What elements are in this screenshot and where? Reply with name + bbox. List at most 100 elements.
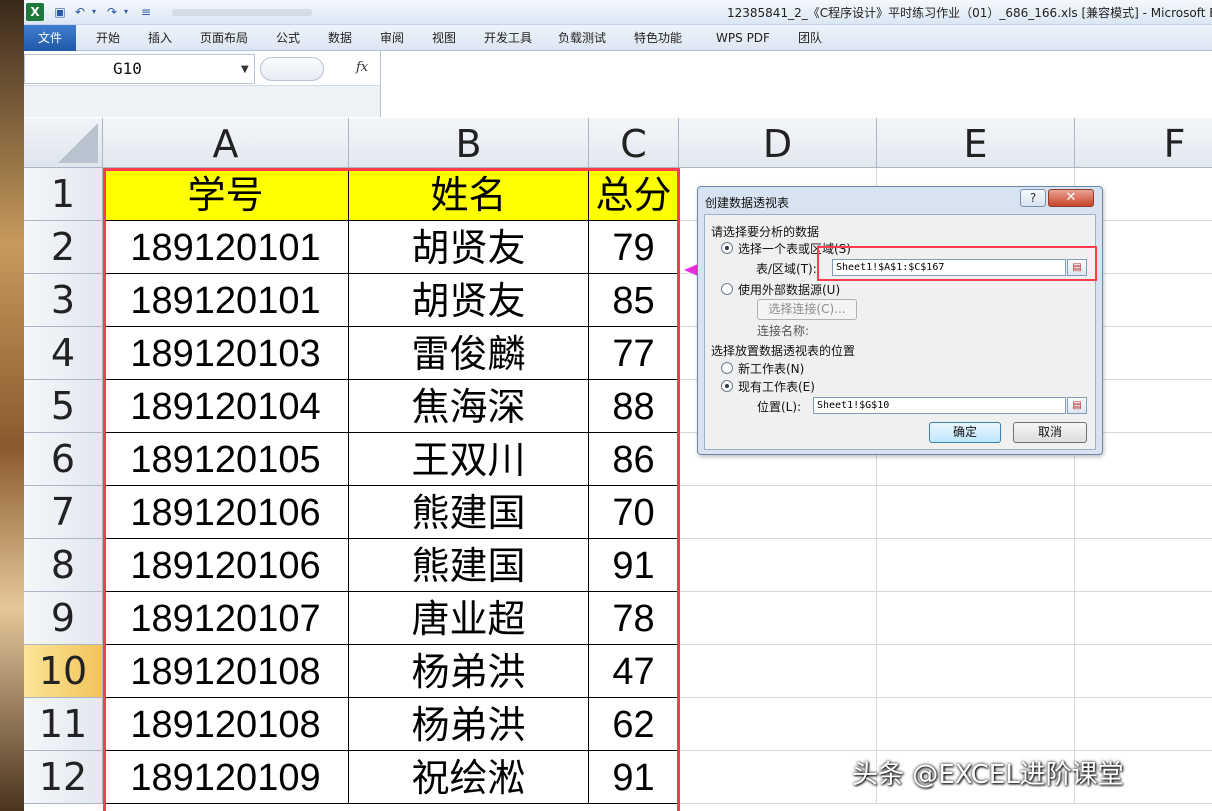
cell-student-name[interactable]: 王双川 — [349, 433, 589, 486]
cell-student-name[interactable]: 雷俊麟 — [349, 327, 589, 380]
tab-review[interactable]: 审阅 — [370, 25, 414, 51]
radio-new-worksheet-label[interactable]: 新工作表(N) — [738, 360, 804, 377]
header-cell-b[interactable]: 姓名 — [349, 168, 589, 221]
cell-student-id[interactable]: 189120108 — [103, 645, 349, 698]
row-header-11[interactable]: 11 — [24, 698, 103, 751]
row-header-8[interactable]: 8 — [24, 539, 103, 592]
cell-student-id[interactable]: 189120105 — [103, 433, 349, 486]
formula-input[interactable] — [380, 51, 1212, 117]
row-header-9[interactable]: 9 — [24, 592, 103, 645]
empty-cell[interactable] — [877, 645, 1075, 698]
cell-student-id[interactable]: 189120101 — [103, 221, 349, 274]
empty-cell[interactable] — [877, 486, 1075, 539]
location-picker-icon[interactable]: ▤ — [1067, 397, 1087, 414]
empty-cell[interactable] — [679, 486, 877, 539]
cancel-button[interactable]: 取消 — [1013, 422, 1087, 443]
empty-cell[interactable] — [679, 698, 877, 751]
cell-student-name[interactable]: 杨弟洪 — [349, 698, 589, 751]
column-header-c[interactable]: C — [589, 118, 679, 168]
empty-cell[interactable] — [1075, 645, 1212, 698]
tab-developer[interactable]: 开发工具 — [476, 25, 540, 51]
ok-button[interactable]: 确定 — [929, 422, 1001, 443]
empty-cell[interactable] — [679, 592, 877, 645]
empty-cell[interactable] — [1075, 698, 1212, 751]
cell-student-name[interactable]: 胡贤友 — [349, 274, 589, 327]
cell-total-score[interactable]: 47 — [589, 645, 679, 698]
cell-student-id[interactable]: 189120106 — [103, 539, 349, 592]
row-header-6[interactable]: 6 — [24, 433, 103, 486]
radio-select-table[interactable] — [721, 242, 733, 254]
empty-cell[interactable] — [679, 751, 877, 804]
cell-student-id[interactable]: 189120106 — [103, 486, 349, 539]
location-input[interactable]: Sheet1!$G$10 — [813, 397, 1066, 414]
row-header-2[interactable]: 2 — [24, 221, 103, 274]
cell-student-name[interactable]: 焦海深 — [349, 380, 589, 433]
save-icon[interactable]: ▣ — [52, 4, 68, 20]
tab-home[interactable]: 开始 — [86, 25, 130, 51]
empty-cell[interactable] — [1075, 592, 1212, 645]
redo-dropdown-icon[interactable]: ▾ — [118, 4, 134, 20]
tab-wps-pdf[interactable]: WPS PDF — [706, 25, 780, 51]
row-header-7[interactable]: 7 — [24, 486, 103, 539]
row-header-12[interactable]: 12 — [24, 751, 103, 804]
radio-existing-worksheet[interactable] — [721, 380, 733, 392]
radio-external-source-label[interactable]: 使用外部数据源(U) — [738, 281, 840, 298]
column-header-f[interactable]: F — [1075, 118, 1212, 168]
undo-dropdown-icon[interactable]: ▾ — [86, 4, 102, 20]
empty-cell[interactable] — [1075, 486, 1212, 539]
cell-total-score[interactable]: 78 — [589, 592, 679, 645]
cell-student-id[interactable]: 189120104 — [103, 380, 349, 433]
row-header-10[interactable]: 10 — [24, 645, 103, 698]
column-header-b[interactable]: B — [349, 118, 589, 168]
tab-file[interactable]: 文件 — [24, 25, 76, 51]
empty-cell[interactable] — [679, 539, 877, 592]
choose-connection-button[interactable]: 选择连接(C)... — [757, 299, 857, 320]
cell-total-score[interactable]: 91 — [589, 539, 679, 592]
tab-insert[interactable]: 插入 — [138, 25, 182, 51]
formula-buttons-oval[interactable] — [260, 57, 324, 81]
cell-total-score[interactable]: 77 — [589, 327, 679, 380]
empty-cell[interactable] — [877, 539, 1075, 592]
cell-student-id[interactable]: 189120101 — [103, 274, 349, 327]
cell-student-name[interactable]: 胡贤友 — [349, 221, 589, 274]
row-header-3[interactable]: 3 — [24, 274, 103, 327]
cell-student-id[interactable]: 189120109 — [103, 751, 349, 804]
select-all-corner[interactable] — [24, 118, 103, 168]
cell-total-score[interactable]: 91 — [589, 751, 679, 804]
header-cell-a[interactable]: 学号 — [103, 168, 349, 221]
column-header-e[interactable]: E — [877, 118, 1075, 168]
chevron-down-icon[interactable]: ▼ — [241, 64, 249, 75]
column-header-d[interactable]: D — [679, 118, 877, 168]
cell-total-score[interactable]: 86 — [589, 433, 679, 486]
radio-existing-worksheet-label[interactable]: 现有工作表(E) — [738, 378, 815, 395]
tab-formulas[interactable]: 公式 — [266, 25, 310, 51]
cell-student-id[interactable]: 189120107 — [103, 592, 349, 645]
empty-cell[interactable] — [877, 698, 1075, 751]
cell-student-name[interactable]: 熊建国 — [349, 486, 589, 539]
close-button[interactable]: ✕ — [1048, 189, 1094, 207]
cell-student-name[interactable]: 祝绘淞 — [349, 751, 589, 804]
tab-view[interactable]: 视图 — [422, 25, 466, 51]
cell-student-id[interactable]: 189120108 — [103, 698, 349, 751]
cell-student-id[interactable]: 189120103 — [103, 327, 349, 380]
empty-cell[interactable] — [679, 645, 877, 698]
cell-student-name[interactable]: 熊建国 — [349, 539, 589, 592]
tab-special-features[interactable]: 特色功能 — [626, 25, 690, 51]
tab-load-test[interactable]: 负载测试 — [550, 25, 614, 51]
radio-external-source[interactable] — [721, 283, 733, 295]
customize-toolbar-icon[interactable]: ≡ — [138, 4, 154, 20]
tab-team[interactable]: 团队 — [788, 25, 832, 51]
help-button[interactable]: ? — [1020, 189, 1046, 207]
cell-total-score[interactable]: 70 — [589, 486, 679, 539]
cell-total-score[interactable]: 62 — [589, 698, 679, 751]
empty-cell[interactable] — [877, 592, 1075, 645]
name-box[interactable]: G10 ▼ — [24, 54, 255, 84]
row-header-4[interactable]: 4 — [24, 327, 103, 380]
row-header-5[interactable]: 5 — [24, 380, 103, 433]
row-header-1[interactable]: 1 — [24, 168, 103, 221]
column-header-a[interactable]: A — [103, 118, 349, 168]
cell-student-name[interactable]: 杨弟洪 — [349, 645, 589, 698]
radio-new-worksheet[interactable] — [721, 362, 733, 374]
cell-student-name[interactable]: 唐业超 — [349, 592, 589, 645]
tab-data[interactable]: 数据 — [318, 25, 362, 51]
